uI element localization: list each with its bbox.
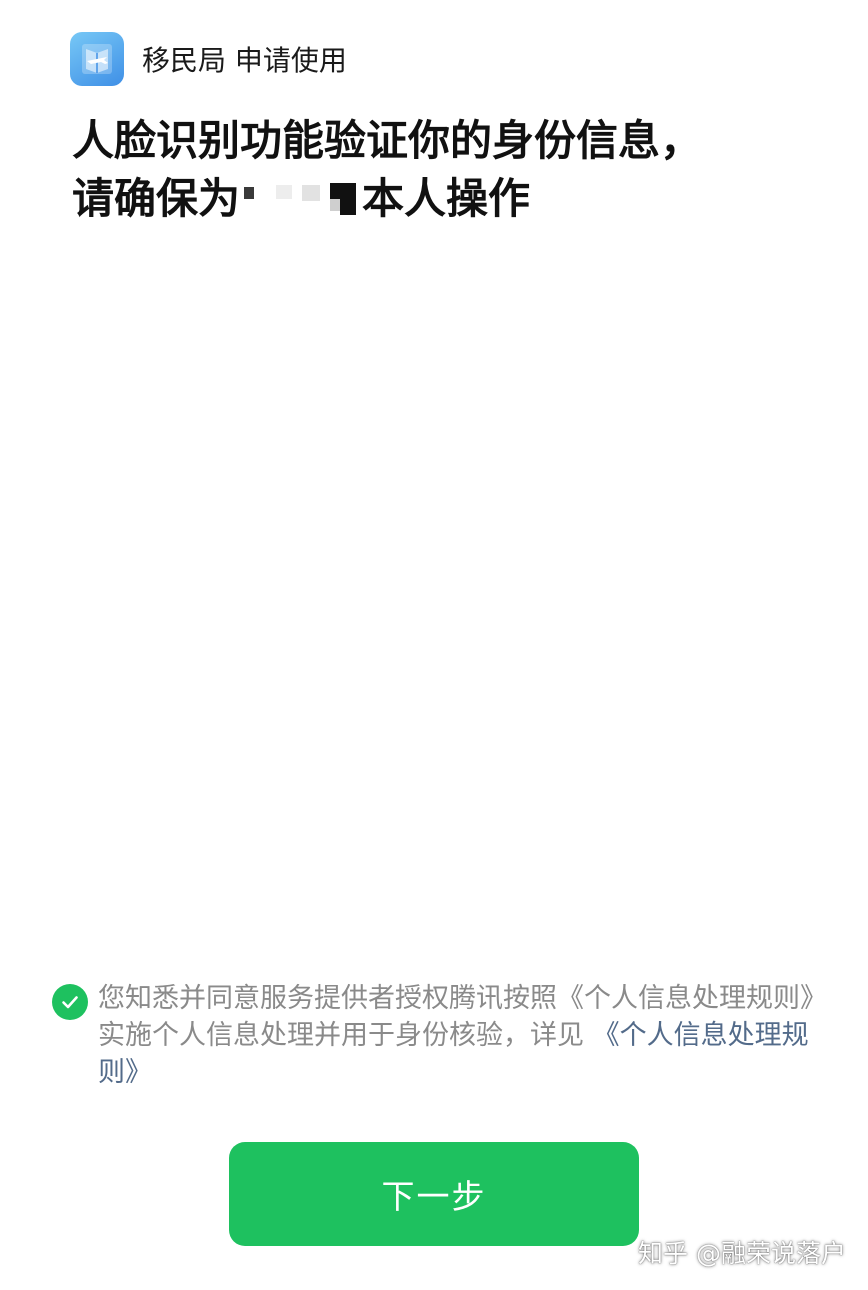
consent-text: 您知悉并同意服务提供者授权腾讯按照《个人信息处理规则》实施个人信息处理并用于身份… — [98, 980, 822, 1091]
next-step-button[interactable]: 下一步 — [229, 1142, 639, 1246]
title-line-2-prefix: 请确保为 — [72, 174, 241, 223]
title-line-2-suffix: 本人操作 — [362, 174, 531, 223]
page-title: 人脸识别功能验证你的身份信息， 请确保为 本人操作 — [72, 112, 832, 228]
consent-checkbox[interactable] — [52, 984, 88, 1020]
app-header: 移民局 申请使用 — [70, 32, 347, 86]
consent-row: 您知悉并同意服务提供者授权腾讯按照《个人信息处理规则》实施个人信息处理并用于身份… — [52, 980, 822, 1091]
title-line-2: 请确保为 本人操作 — [72, 170, 832, 228]
checkmark-icon — [62, 996, 78, 1009]
source-watermark: 知乎 @融荣说落户 — [638, 1239, 846, 1268]
requester-label: 移民局 申请使用 — [142, 44, 347, 77]
redacted-name — [242, 175, 360, 219]
title-line-1: 人脸识别功能验证你的身份信息， — [72, 116, 703, 165]
immigration-app-icon — [70, 32, 124, 86]
